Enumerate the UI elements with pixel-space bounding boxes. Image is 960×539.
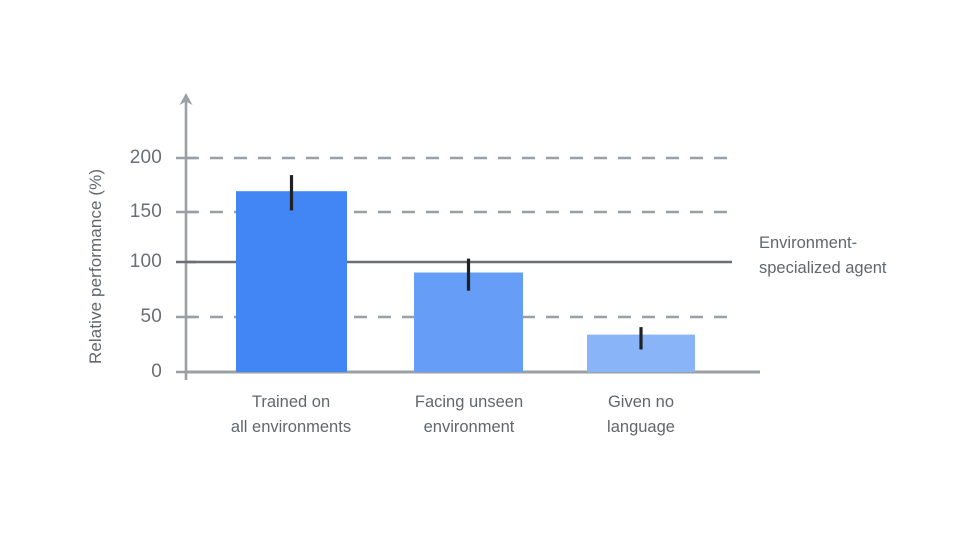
ytick-label-200: 200: [129, 147, 162, 168]
ytick-label-0: 0: [151, 361, 162, 382]
category-label-trained-on-all-environments: Trained on all environments: [191, 390, 391, 440]
bar-trained-on-all-environments: [236, 191, 347, 372]
category-label-line1: Given no: [607, 393, 675, 411]
category-label-line1: Facing unseen: [414, 393, 524, 411]
category-label-line2: all environments: [230, 418, 352, 436]
category-label-given-no-language: Given no language: [541, 390, 741, 440]
category-label-facing-unseen-environment: Facing unseen environment: [369, 390, 569, 440]
reference-annotation-line2: specialized agent: [759, 259, 887, 277]
y-axis-title: Relative performance (%): [86, 168, 105, 364]
reference-line-annotation: Environment- specialized agent: [759, 231, 887, 281]
category-label-line1: Trained on: [251, 393, 331, 411]
bar-chart-figure: 200 150 100 50 0 Relative performance (%…: [0, 0, 960, 539]
category-label-line2: environment: [423, 418, 515, 436]
reference-annotation-line1: Environment-: [759, 234, 858, 252]
category-label-line2: language: [607, 418, 675, 436]
